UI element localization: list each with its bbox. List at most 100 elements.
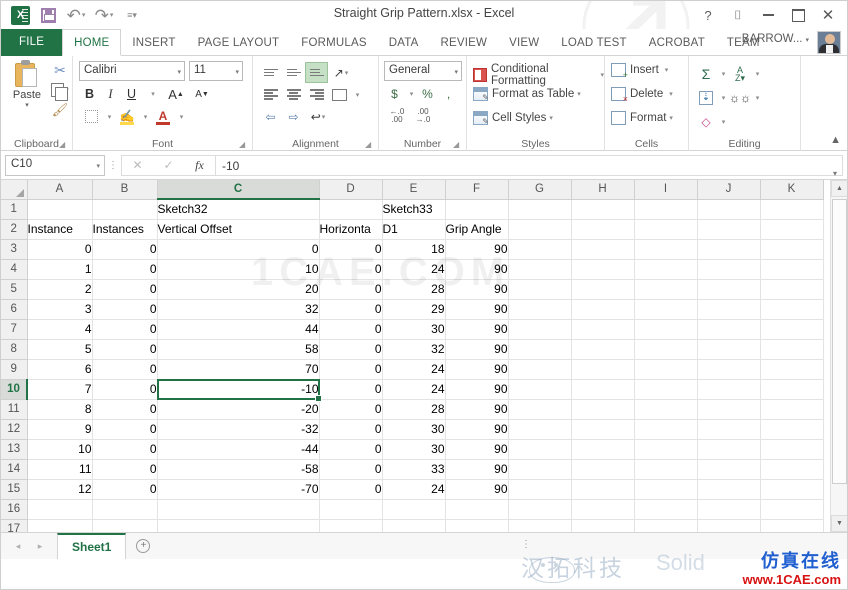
cell-I2[interactable] — [634, 219, 698, 240]
cell-B7[interactable]: 0 — [92, 319, 158, 340]
cell-C17[interactable] — [157, 519, 320, 532]
cell-C6[interactable]: 32 — [157, 299, 320, 320]
enter-formula-button[interactable]: ✓ — [153, 158, 184, 172]
cell-J6[interactable] — [697, 299, 761, 320]
cell-J11[interactable] — [697, 399, 761, 420]
cell-F8[interactable]: 90 — [445, 339, 509, 360]
cell-H8[interactable] — [571, 339, 635, 360]
expand-formula-bar-icon[interactable]: ▾ — [833, 169, 837, 178]
font-name-input[interactable]: Calibri ▾ — [79, 61, 185, 81]
cell-G4[interactable] — [508, 259, 572, 280]
fill-caret-icon[interactable]: ▾ — [717, 87, 729, 108]
cell-G2[interactable] — [508, 219, 572, 240]
cell-J1[interactable] — [697, 199, 761, 220]
cell-F10[interactable]: 90 — [445, 379, 509, 400]
cell-A7[interactable]: 4 — [27, 319, 93, 340]
fill-color-caret-icon[interactable]: ▾ — [139, 106, 151, 127]
cell-D4[interactable]: 0 — [319, 259, 383, 280]
cell-E17[interactable] — [382, 519, 446, 532]
cell-G17[interactable] — [508, 519, 572, 532]
cell-I3[interactable] — [634, 239, 698, 260]
cell-E3[interactable]: 18 — [382, 239, 446, 260]
cell-K14[interactable] — [760, 459, 824, 480]
sort-and-filter-button[interactable]: A Z▾ — [729, 63, 751, 84]
cell-K15[interactable] — [760, 479, 824, 500]
cell-C2[interactable]: Vertical Offset — [157, 219, 320, 240]
cell-I11[interactable] — [634, 399, 698, 420]
cell-I4[interactable] — [634, 259, 698, 280]
percent-format-button[interactable]: % — [417, 84, 438, 104]
split-handle[interactable]: ⋮ — [521, 539, 531, 550]
cell-A14[interactable]: 11 — [27, 459, 93, 480]
row-header-3[interactable]: 3 — [1, 239, 28, 260]
merge-caret-icon[interactable]: ▾ — [351, 84, 363, 105]
cell-E13[interactable]: 30 — [382, 439, 446, 460]
cell-I8[interactable] — [634, 339, 698, 360]
tab-home[interactable]: HOME — [62, 29, 122, 56]
cell-G6[interactable] — [508, 299, 572, 320]
cell-J13[interactable] — [697, 439, 761, 460]
cell-B8[interactable]: 0 — [92, 339, 158, 360]
cell-A15[interactable]: 12 — [27, 479, 93, 500]
cell-H10[interactable] — [571, 379, 635, 400]
cell-J5[interactable] — [697, 279, 761, 300]
cell-F12[interactable]: 90 — [445, 419, 509, 440]
cell-D17[interactable] — [319, 519, 383, 532]
cell-styles-button[interactable]: ✎ Cell Styles ▾ — [473, 111, 553, 126]
cell-K10[interactable] — [760, 379, 824, 400]
cell-E6[interactable]: 29 — [382, 299, 446, 320]
cell-B17[interactable] — [92, 519, 158, 532]
cell-B14[interactable]: 0 — [92, 459, 158, 480]
row-header-4[interactable]: 4 — [1, 259, 28, 280]
column-header-b[interactable]: B — [92, 180, 158, 200]
cell-H16[interactable] — [571, 499, 635, 520]
cell-E7[interactable]: 30 — [382, 319, 446, 340]
cell-I15[interactable] — [634, 479, 698, 500]
cell-C5[interactable]: 20 — [157, 279, 320, 300]
cell-G1[interactable] — [508, 199, 572, 220]
cell-C3[interactable]: 0 — [157, 239, 320, 260]
cell-F9[interactable]: 90 — [445, 359, 509, 380]
cell-K8[interactable] — [760, 339, 824, 360]
borders-caret-icon[interactable]: ▾ — [103, 106, 115, 127]
cell-H12[interactable] — [571, 419, 635, 440]
cell-B2[interactable]: Instances — [92, 219, 158, 240]
number-format-select[interactable]: General ▾ — [384, 61, 462, 81]
cell-D3[interactable]: 0 — [319, 239, 383, 260]
cell-D6[interactable]: 0 — [319, 299, 383, 320]
orientation-button[interactable]: ↗ ▾ — [328, 62, 354, 83]
cell-I16[interactable] — [634, 499, 698, 520]
cell-J9[interactable] — [697, 359, 761, 380]
underline-options-caret-icon[interactable]: ▾ — [142, 84, 163, 104]
row-header-16[interactable]: 16 — [1, 499, 28, 520]
cell-F3[interactable]: 90 — [445, 239, 509, 260]
cell-F15[interactable]: 90 — [445, 479, 509, 500]
delete-cells-button[interactable]: Delete ▾ — [611, 87, 673, 104]
insert-cells-button[interactable]: Insert ▾ — [611, 63, 668, 80]
cancel-formula-button[interactable]: ✕ — [122, 158, 153, 172]
cell-K5[interactable] — [760, 279, 824, 300]
autosum-caret-icon[interactable]: ▾ — [717, 63, 729, 84]
row-header-17[interactable]: 17 — [1, 519, 28, 532]
cell-G16[interactable] — [508, 499, 572, 520]
cell-H13[interactable] — [571, 439, 635, 460]
clear-caret-icon[interactable]: ▾ — [717, 111, 729, 132]
cell-H6[interactable] — [571, 299, 635, 320]
cell-D15[interactable]: 0 — [319, 479, 383, 500]
cell-J3[interactable] — [697, 239, 761, 260]
cell-K13[interactable] — [760, 439, 824, 460]
align-center-button[interactable] — [282, 84, 305, 105]
cell-D7[interactable]: 0 — [319, 319, 383, 340]
cell-J8[interactable] — [697, 339, 761, 360]
cell-A5[interactable]: 2 — [27, 279, 93, 300]
cell-E15[interactable]: 24 — [382, 479, 446, 500]
cell-F1[interactable] — [445, 199, 509, 220]
cell-D10[interactable]: 0 — [319, 379, 383, 400]
cell-B1[interactable] — [92, 199, 158, 220]
format-cells-button[interactable]: Format ▾ — [611, 111, 673, 125]
cell-E10[interactable]: 24 — [382, 379, 446, 400]
cell-G15[interactable] — [508, 479, 572, 500]
cell-B13[interactable]: 0 — [92, 439, 158, 460]
cell-A4[interactable]: 1 — [27, 259, 93, 280]
cell-D8[interactable]: 0 — [319, 339, 383, 360]
